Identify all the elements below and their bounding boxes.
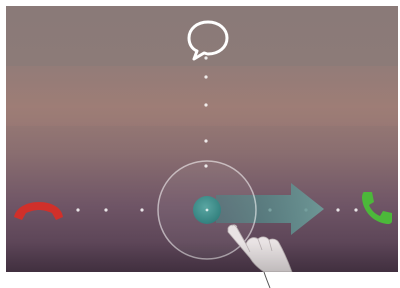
unlock-handle[interactable] <box>193 196 221 224</box>
phone-answer-icon <box>362 192 392 224</box>
bottom-shade <box>6 242 398 272</box>
message-action[interactable] <box>187 20 229 61</box>
phone-hangup-icon <box>14 202 63 220</box>
background-glow <box>6 66 398 126</box>
incoming-call-lock-screen <box>6 6 398 272</box>
speech-bubble-icon <box>187 20 229 61</box>
answer-call-action[interactable] <box>362 192 392 224</box>
decline-swipe-track <box>76 208 144 212</box>
decline-call-action[interactable] <box>14 202 63 220</box>
lock-screen-canvas <box>6 20 398 272</box>
